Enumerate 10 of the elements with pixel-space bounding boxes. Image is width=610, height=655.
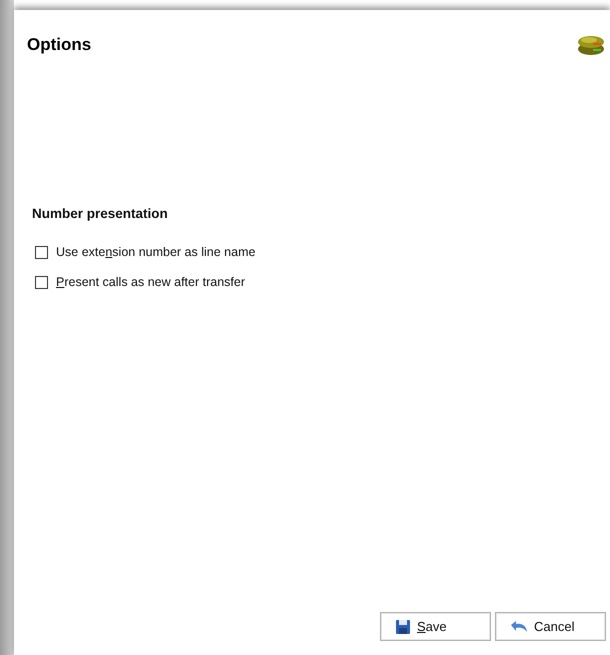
- checkbox[interactable]: [35, 276, 48, 288]
- checkbox-label[interactable]: Present calls as new after transfer: [56, 275, 245, 289]
- undo-arrow-icon: [510, 620, 528, 634]
- database-icon: [576, 34, 606, 56]
- checkbox-label[interactable]: Use extension number as line name: [56, 245, 256, 259]
- dialog-title: Options: [27, 35, 92, 55]
- cancel-button[interactable]: Cancel: [495, 612, 606, 641]
- section-heading: Number presentation: [32, 206, 169, 221]
- checkbox[interactable]: [35, 246, 48, 258]
- save-button[interactable]: Save: [380, 612, 491, 641]
